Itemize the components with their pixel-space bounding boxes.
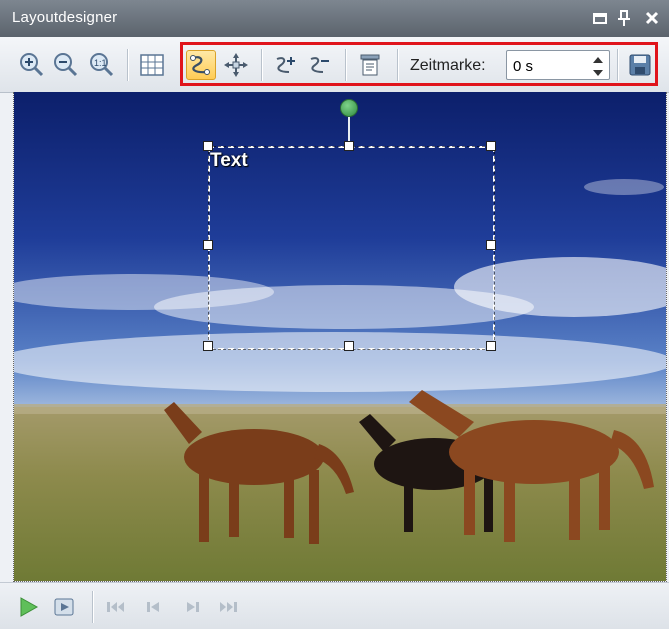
title-bar: Layoutdesigner (0, 0, 669, 37)
zoom-reset-icon[interactable]: 1:1 (88, 51, 116, 79)
resize-handle-bottom-left[interactable] (203, 341, 213, 351)
highlight-frame (180, 42, 658, 86)
zoom-in-icon[interactable] (18, 51, 46, 79)
window-title: Layoutdesigner (12, 9, 118, 26)
pin-icon[interactable] (612, 6, 636, 30)
resize-handle-top-left[interactable] (203, 141, 213, 151)
minimize-icon[interactable] (588, 6, 612, 30)
close-icon[interactable] (640, 6, 664, 30)
playback-bar (0, 582, 669, 629)
grid-icon[interactable] (138, 51, 166, 79)
text-selection-box[interactable] (208, 146, 495, 350)
step-back-icon[interactable] (142, 595, 166, 619)
step-forward-icon[interactable] (180, 595, 204, 619)
play-icon[interactable] (16, 595, 40, 619)
playback-separator (92, 591, 94, 623)
resize-handle-left[interactable] (203, 240, 213, 250)
toolbar-separator (127, 49, 129, 81)
svg-text:1:1: 1:1 (94, 58, 107, 68)
resize-handle-top-right[interactable] (486, 141, 496, 151)
skip-start-icon[interactable] (104, 595, 128, 619)
resize-handle-bottom[interactable] (344, 341, 354, 351)
rotation-handle[interactable] (340, 99, 358, 117)
resize-handle-right[interactable] (486, 240, 496, 250)
layout-canvas[interactable]: Text (13, 92, 667, 582)
skip-end-icon[interactable] (216, 595, 240, 619)
resize-handle-top[interactable] (344, 141, 354, 151)
resize-handle-bottom-right[interactable] (486, 341, 496, 351)
zoom-out-icon[interactable] (52, 51, 80, 79)
layoutdesigner-window: Layoutdesigner 1:1 Zeitmarke: 0 s Text (0, 0, 669, 629)
text-object[interactable]: Text (210, 150, 248, 172)
preview-icon[interactable] (52, 595, 76, 619)
